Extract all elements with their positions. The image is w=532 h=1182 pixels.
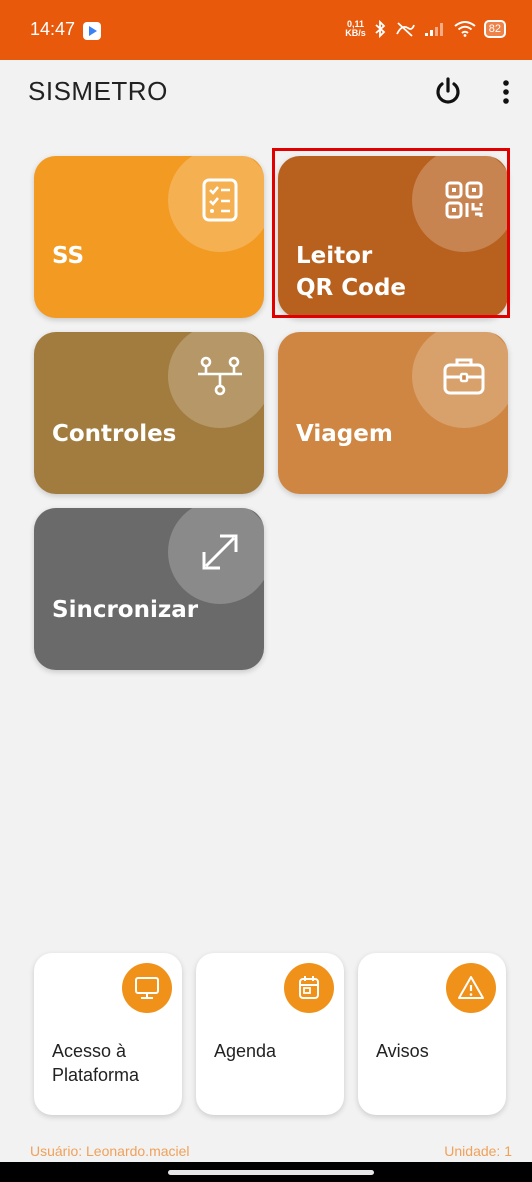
card-agenda[interactable]: Agenda [196,953,344,1115]
calendar-icon [299,976,319,999]
home-gesture-handle[interactable] [168,1170,374,1175]
status-time: 14:47 [30,19,76,39]
status-bar: 14:47 0,11 KB/s 82 [0,0,532,60]
qr-code-icon [445,181,483,219]
system-nav-bar [0,1162,532,1182]
card-badge [446,963,496,1013]
net-speed: 0,11 KB/s [345,20,366,38]
net-speed-unit: KB/s [345,28,366,38]
tile-sincronizar[interactable]: Sincronizar [34,508,264,670]
tile-label: Controles [52,421,177,447]
footer: Usuário: Leonardo.maciel Unidade: 1 [0,1140,532,1164]
tile-label: Sincronizar [52,597,199,623]
card-badge [122,963,172,1013]
battery-icon: 82 [483,20,506,38]
tile-ss[interactable]: SS [34,156,264,318]
wifi-icon [454,21,476,37]
user-label: Usuário: Leonardo.maciel [30,1143,190,1159]
checklist-icon [202,178,238,222]
card-avisos[interactable]: Avisos [358,953,506,1115]
card-label-line2: Plataforma [52,1065,140,1085]
card-label: Agenda [214,1041,277,1061]
tile-label-line2: QR Code [296,275,407,301]
flow-branch-icon [198,356,242,396]
app-bar: SISMETRO [0,60,532,124]
tile-label-line1: Leitor [296,243,373,269]
tile-label: SS [52,243,85,269]
app-title: SISMETRO [28,76,168,106]
no-sim-icon [395,22,415,37]
unit-label: Unidade: 1 [444,1143,512,1159]
status-icons: 0,11 KB/s 82 [345,20,506,38]
card-label: Avisos [376,1041,429,1061]
tile-label: Viagem [296,421,393,447]
signal-icon [424,23,443,36]
warning-icon [458,976,484,999]
briefcase-icon [443,358,485,395]
power-icon[interactable] [432,76,464,108]
card-badge [284,963,334,1013]
card-label: Acesso à Plataforma [52,1039,139,1087]
app-notification-icon [83,22,101,40]
monitor-icon [135,977,159,999]
expand-arrows-icon [202,534,238,570]
bluetooth-icon [375,20,386,38]
more-vert-icon[interactable] [496,76,516,108]
card-label-line1: Acesso à [52,1041,127,1061]
tile-qr-reader[interactable]: Leitor QR Code [278,156,508,318]
tile-controles[interactable]: Controles [34,332,264,494]
tile-viagem[interactable]: Viagem [278,332,508,494]
card-platform-access[interactable]: Acesso à Plataforma [34,953,182,1115]
